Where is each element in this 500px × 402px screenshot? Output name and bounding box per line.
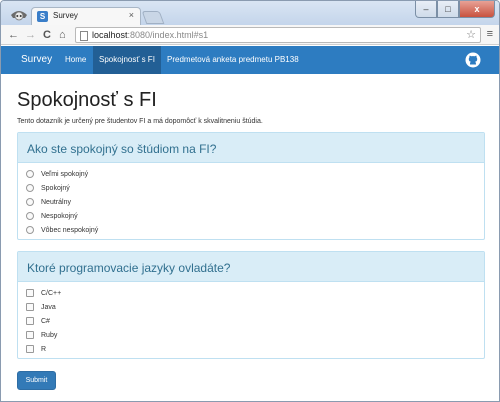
navbar-brand[interactable]: Survey <box>21 54 52 65</box>
option-label[interactable]: Spokojný <box>41 185 70 192</box>
radio-option[interactable]: Nespokojný <box>26 210 78 222</box>
checkbox[interactable] <box>26 317 34 325</box>
option-label[interactable]: Nespokojný <box>41 213 78 220</box>
checkbox[interactable] <box>26 345 34 353</box>
minimize-button[interactable]: – <box>415 1 437 18</box>
question-panel-languages: Ktoré programovacie jazyky ovladáte? C/C… <box>17 251 485 359</box>
panel-heading: Ako ste spokojný so štúdiom na FI? <box>18 133 484 163</box>
question-title: Ktoré programovacie jazyky ovladáte? <box>27 261 231 275</box>
option-label[interactable]: R <box>41 346 46 353</box>
checkbox-option[interactable]: Java <box>26 301 56 313</box>
survey-favicon-icon: S <box>37 11 48 22</box>
checkbox-option[interactable]: R <box>26 343 46 355</box>
site-navbar: Survey Home Spokojnosť s FI Predmetová a… <box>1 46 499 74</box>
checkbox[interactable] <box>26 289 34 297</box>
radio-button[interactable] <box>26 226 34 234</box>
home-icon[interactable]: ⌂ <box>59 28 66 42</box>
option-label[interactable]: Vôbec nespokojný <box>41 227 98 234</box>
github-icon[interactable] <box>465 52 481 68</box>
checkbox[interactable] <box>26 303 34 311</box>
browser-menu-icon[interactable]: ≡ <box>487 28 493 40</box>
address-bar[interactable]: localhost:8080/index.html#s1 ☆ <box>75 27 481 43</box>
tab-close-icon[interactable]: × <box>129 10 134 20</box>
radio-option[interactable]: Spokojný <box>26 182 70 194</box>
radio-button[interactable] <box>26 170 34 178</box>
radio-option[interactable]: Veľmi spokojný <box>26 168 88 180</box>
option-label[interactable]: C# <box>41 318 50 325</box>
browser-toolbar: ← → C ⌂ localhost:8080/index.html#s1 ☆ ≡ <box>1 25 499 45</box>
window-controls: – □ x <box>415 1 495 19</box>
nav-item-home[interactable]: Home <box>59 46 92 74</box>
option-label[interactable]: C/C++ <box>41 290 61 297</box>
url-text[interactable]: localhost:8080/index.html#s1 <box>92 30 208 40</box>
page-title: Spokojnosť s FI <box>17 89 157 111</box>
question-panel-satisfaction: Ako ste spokojný so štúdiom na FI? Veľmi… <box>17 132 485 240</box>
option-label[interactable]: Java <box>41 304 56 311</box>
submit-button[interactable]: Submit <box>17 371 56 390</box>
browser-tab[interactable]: S Survey × <box>31 7 141 26</box>
panel-heading: Ktoré programovacie jazyky ovladáte? <box>18 252 484 282</box>
intro-text: Tento dotazník je určený pre študentov F… <box>17 118 263 125</box>
browser-window: S Survey × – □ x ← → C ⌂ localhost:8080/… <box>0 0 500 402</box>
radio-button[interactable] <box>26 198 34 206</box>
radio-option[interactable]: Neutrálny <box>26 196 71 208</box>
bookmark-star-icon[interactable]: ☆ <box>466 28 476 41</box>
radio-option[interactable]: Vôbec nespokojný <box>26 224 98 236</box>
page-icon <box>80 31 88 41</box>
new-tab-button[interactable] <box>141 11 165 24</box>
back-arrow-icon[interactable]: ← <box>8 28 19 42</box>
close-window-button[interactable]: x <box>459 1 495 18</box>
reload-icon[interactable]: C <box>43 28 51 42</box>
question-title: Ako ste spokojný so štúdiom na FI? <box>27 142 217 156</box>
url-host: localhost <box>92 30 128 40</box>
nav-item-predmetova-anketa[interactable]: Predmetová anketa predmetu PB138 <box>161 46 305 74</box>
maximize-button[interactable]: □ <box>437 1 459 18</box>
option-label[interactable]: Neutrálny <box>41 199 71 206</box>
forward-arrow-icon[interactable]: → <box>25 28 36 42</box>
checkbox-option[interactable]: C# <box>26 315 50 327</box>
checkbox-option[interactable]: Ruby <box>26 329 57 341</box>
radio-button[interactable] <box>26 212 34 220</box>
title-bar: S Survey × – □ x <box>1 1 499 26</box>
url-path: :8080/index.html#s1 <box>127 30 209 40</box>
checkbox[interactable] <box>26 331 34 339</box>
nav-item-spokojnost[interactable]: Spokojnosť s FI <box>93 46 161 74</box>
radio-button[interactable] <box>26 184 34 192</box>
checkbox-option[interactable]: C/C++ <box>26 287 61 299</box>
tab-title: Survey <box>53 11 78 20</box>
user-profile-icon[interactable] <box>9 3 29 23</box>
option-label[interactable]: Ruby <box>41 332 57 339</box>
option-label[interactable]: Veľmi spokojný <box>41 171 88 178</box>
